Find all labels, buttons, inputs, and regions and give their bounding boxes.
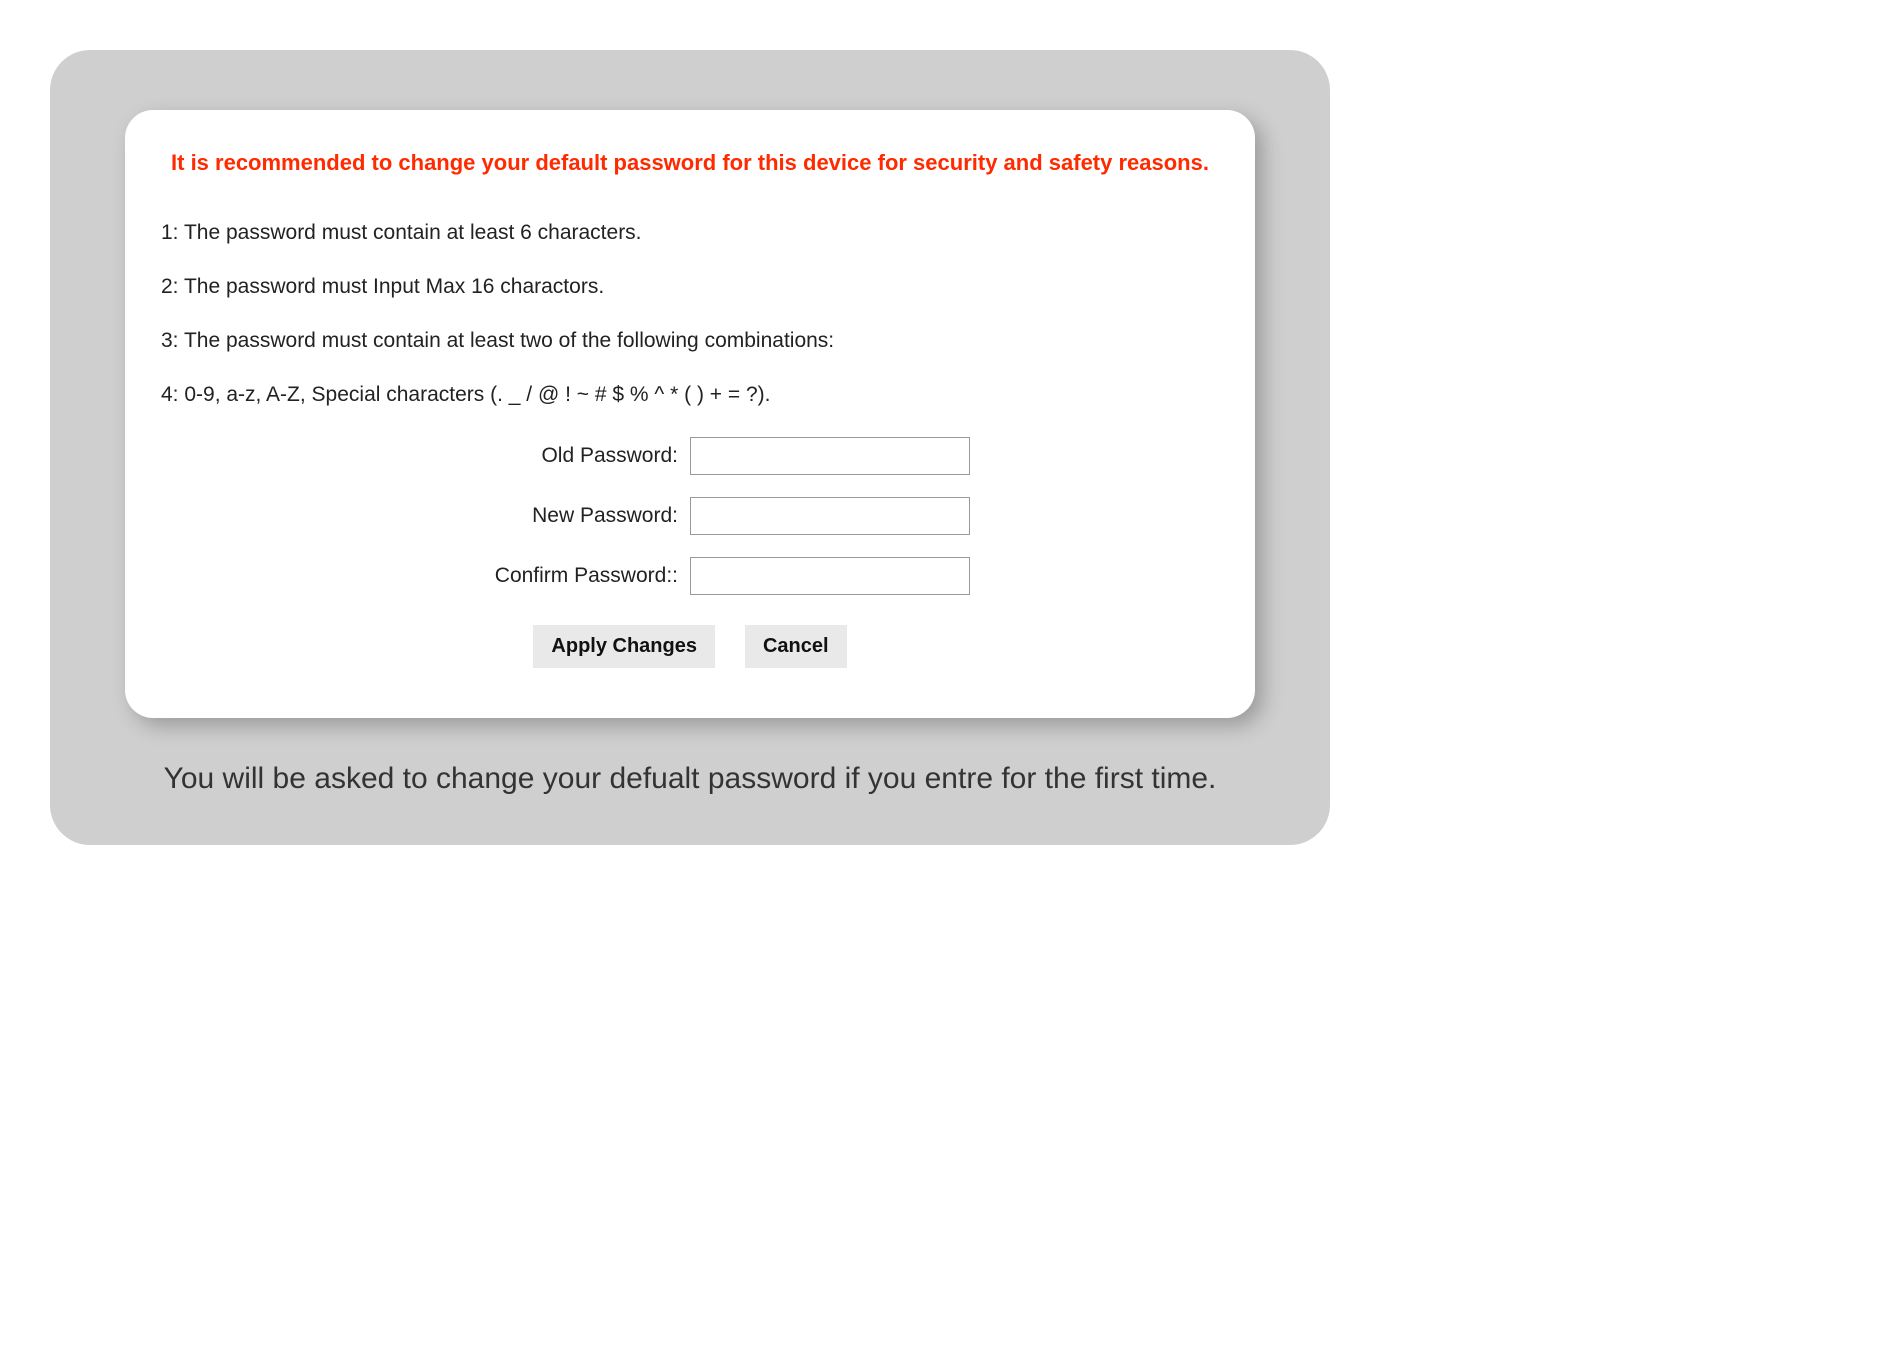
old-password-input[interactable] [690, 437, 970, 475]
password-change-dialog: It is recommended to change your default… [125, 110, 1255, 718]
password-rule-2: 2: The password must Input Max 16 charac… [155, 275, 1225, 299]
button-row: Apply Changes Cancel [155, 625, 1225, 668]
old-password-row: Old Password: [155, 437, 1225, 475]
password-form: Old Password: New Password: Confirm Pass… [155, 437, 1225, 668]
security-warning-text: It is recommended to change your default… [155, 150, 1225, 176]
confirm-password-input[interactable] [690, 557, 970, 595]
outer-panel: It is recommended to change your default… [50, 50, 1330, 845]
new-password-input[interactable] [690, 497, 970, 535]
new-password-label: New Password: [218, 504, 678, 528]
password-rule-1: 1: The password must contain at least 6 … [155, 221, 1225, 245]
confirm-password-row: Confirm Password:: [155, 557, 1225, 595]
password-rule-3: 3: The password must contain at least tw… [155, 329, 1225, 353]
password-rule-4: 4: 0-9, a-z, A-Z, Special characters (. … [155, 383, 1225, 407]
apply-changes-button[interactable]: Apply Changes [533, 625, 715, 668]
old-password-label: Old Password: [218, 444, 678, 468]
first-time-caption: You will be asked to change your defualt… [125, 758, 1255, 800]
new-password-row: New Password: [155, 497, 1225, 535]
confirm-password-label: Confirm Password:: [218, 564, 678, 588]
cancel-button[interactable]: Cancel [745, 625, 847, 668]
